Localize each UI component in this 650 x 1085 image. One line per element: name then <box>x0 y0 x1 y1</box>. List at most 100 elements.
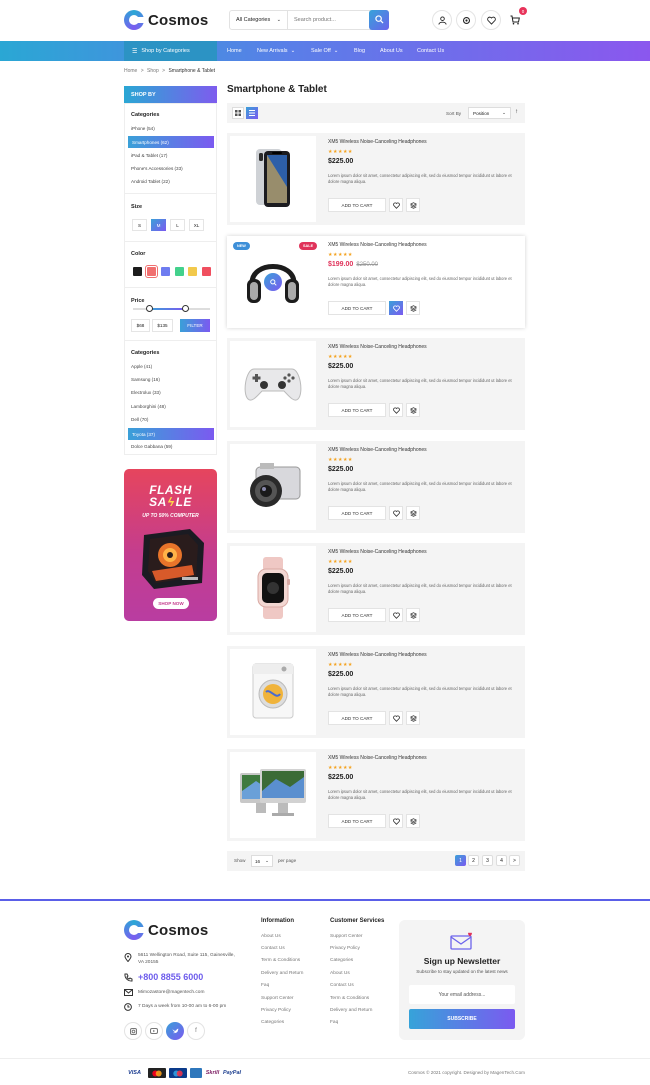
footer-service-link[interactable]: Delivery and Return <box>330 1008 372 1013</box>
brand-item[interactable]: Lamborghini (48) <box>131 404 166 409</box>
product-image[interactable] <box>230 341 316 427</box>
color-swatch-red[interactable] <box>145 265 158 278</box>
search-category-select[interactable]: All Categories ⌄ <box>230 11 288 29</box>
twitter-button[interactable] <box>166 1022 184 1040</box>
product-name[interactable]: XM5 Wireless Noise-Canceling Headphones <box>328 139 427 145</box>
add-to-cart-button[interactable]: ADD TO CART <box>328 301 386 315</box>
color-swatch-yellow[interactable] <box>188 267 197 276</box>
shop-by-categories-button[interactable]: ☰ Shop by Categories <box>124 41 217 61</box>
page-1-button[interactable]: 1 <box>455 855 466 866</box>
add-to-cart-button[interactable]: ADD TO CART <box>328 814 386 828</box>
list-view-button[interactable] <box>246 107 258 119</box>
nav-contact[interactable]: Contact Us <box>417 41 444 61</box>
category-item[interactable]: iPad & Tablet (17) <box>131 153 167 158</box>
product-card[interactable]: XM5 Wireless Noise-Canceling Headphones … <box>227 338 525 430</box>
product-card[interactable]: XM5 Wireless Noise-Canceling Headphones … <box>227 749 525 841</box>
grid-view-button[interactable] <box>232 107 244 119</box>
product-card[interactable]: XM5 Wireless Noise-Canceling Headphones … <box>227 441 525 533</box>
price-max-field[interactable]: $135 <box>152 319 173 332</box>
product-card[interactable]: NEW SALE XM5 Wireless Noise-Canceling Hea… <box>227 236 525 328</box>
price-filter-button[interactable]: FILTER <box>180 319 210 332</box>
product-image[interactable] <box>230 752 316 838</box>
price-min-field[interactable]: $68 <box>131 319 150 332</box>
product-name[interactable]: XM5 Wireless Noise-Canceling Headphones <box>328 242 427 248</box>
color-swatch-blue[interactable] <box>161 267 170 276</box>
footer-service-link[interactable]: Faq <box>330 1020 338 1025</box>
footer-service-link[interactable]: Categories <box>330 958 353 963</box>
settings-button[interactable] <box>456 10 476 30</box>
add-to-cart-button[interactable]: ADD TO CART <box>328 403 386 417</box>
wishlist-button[interactable] <box>481 10 501 30</box>
footer-service-link[interactable]: About Us <box>330 971 350 976</box>
add-to-wishlist-button[interactable] <box>389 711 403 725</box>
quick-view-button[interactable] <box>264 273 282 291</box>
compare-button[interactable] <box>406 711 420 725</box>
product-card[interactable]: XM5 Wireless Noise-Canceling Headphones … <box>227 646 525 738</box>
next-page-button[interactable]: > <box>509 855 520 866</box>
brand-item[interactable]: Electrolux (33) <box>131 390 161 395</box>
footer-info-link[interactable]: Support Center <box>261 996 294 1001</box>
newsletter-email-input[interactable]: Your email address... <box>409 985 515 1004</box>
account-button[interactable] <box>432 10 452 30</box>
add-to-wishlist-button[interactable] <box>389 814 403 828</box>
breadcrumb-home[interactable]: Home <box>124 68 137 74</box>
compare-button[interactable] <box>406 506 420 520</box>
nav-home[interactable]: Home <box>227 41 242 61</box>
flash-sale-banner[interactable]: FLASH SA ϟ LE UP TO 50% COMPUTER SHOP NO… <box>124 469 217 621</box>
brand-item[interactable]: Dell (70) <box>131 417 148 422</box>
nav-sale-off[interactable]: Sale Off ⌄ <box>311 41 338 61</box>
footer-brand-logo[interactable]: Cosmos <box>124 920 208 940</box>
product-image[interactable] <box>230 546 316 632</box>
product-card[interactable]: XM5 Wireless Noise-Canceling Headphones … <box>227 543 525 635</box>
color-swatch-pink[interactable] <box>202 267 211 276</box>
brand-logo[interactable]: Cosmos <box>124 10 208 30</box>
add-to-wishlist-button[interactable] <box>389 506 403 520</box>
add-to-wishlist-button[interactable] <box>389 403 403 417</box>
search-input[interactable] <box>288 11 369 29</box>
brand-item-selected[interactable]: Toyota (37) <box>128 428 214 440</box>
compare-button[interactable] <box>406 814 420 828</box>
footer-info-link[interactable]: Faq <box>261 983 269 988</box>
size-option-m[interactable]: M <box>151 219 166 231</box>
add-to-cart-button[interactable]: ADD TO CART <box>328 198 386 212</box>
footer-info-link[interactable]: Delivery and Return <box>261 971 303 976</box>
footer-service-link[interactable]: Contact Us <box>330 983 354 988</box>
compare-button[interactable] <box>406 403 420 417</box>
product-name[interactable]: XM5 Wireless Noise-Canceling Headphones <box>328 549 427 555</box>
color-swatch-black[interactable] <box>133 267 142 276</box>
sort-select[interactable]: Position ⌄ <box>468 107 511 119</box>
size-option-s[interactable]: S <box>132 219 147 231</box>
footer-info-link[interactable]: Term & Conditions <box>261 958 300 963</box>
footer-service-link[interactable]: Term & Conditions <box>330 996 369 1001</box>
product-image[interactable] <box>230 136 316 222</box>
category-item-selected[interactable]: Smartphones (62) <box>128 136 214 148</box>
sort-direction-arrow-icon[interactable]: ↑ <box>515 109 518 115</box>
add-to-wishlist-button[interactable] <box>389 301 403 315</box>
compare-button[interactable] <box>406 608 420 622</box>
category-item[interactable]: iPhone (54) <box>131 126 155 131</box>
footer-info-link[interactable]: Categories <box>261 1020 284 1025</box>
facebook-button[interactable]: f <box>187 1022 205 1040</box>
footer-service-link[interactable]: Support Center <box>330 934 363 939</box>
product-name[interactable]: XM5 Wireless Noise-Canceling Headphones <box>328 755 427 761</box>
page-3-button[interactable]: 3 <box>482 855 493 866</box>
search-button[interactable] <box>369 9 389 30</box>
nav-new-arrivals[interactable]: New Arrivals ⌄ <box>257 41 295 61</box>
brand-item[interactable]: Apple (41) <box>131 364 152 369</box>
add-to-cart-button[interactable]: ADD TO CART <box>328 506 386 520</box>
category-item[interactable]: Phone's Accessories (33) <box>131 166 183 171</box>
footer-email[interactable]: Mimozastore@magentech.com <box>138 990 204 995</box>
price-slider-max-handle[interactable] <box>182 305 189 312</box>
subscribe-button[interactable]: SUBSCRIBE <box>409 1009 515 1029</box>
cart-button[interactable]: 0 <box>505 7 527 30</box>
product-name[interactable]: XM5 Wireless Noise-Canceling Headphones <box>328 652 427 658</box>
nav-blog[interactable]: Blog <box>354 41 365 61</box>
compare-button[interactable] <box>406 198 420 212</box>
compare-button[interactable] <box>406 301 420 315</box>
product-image[interactable] <box>230 444 316 530</box>
footer-service-link[interactable]: Privacy Policy <box>330 946 360 951</box>
size-option-l[interactable]: L <box>170 219 185 231</box>
per-page-select[interactable]: 16 ⌄ <box>251 855 273 867</box>
page-4-button[interactable]: 4 <box>496 855 507 866</box>
footer-info-link[interactable]: About Us <box>261 934 281 939</box>
